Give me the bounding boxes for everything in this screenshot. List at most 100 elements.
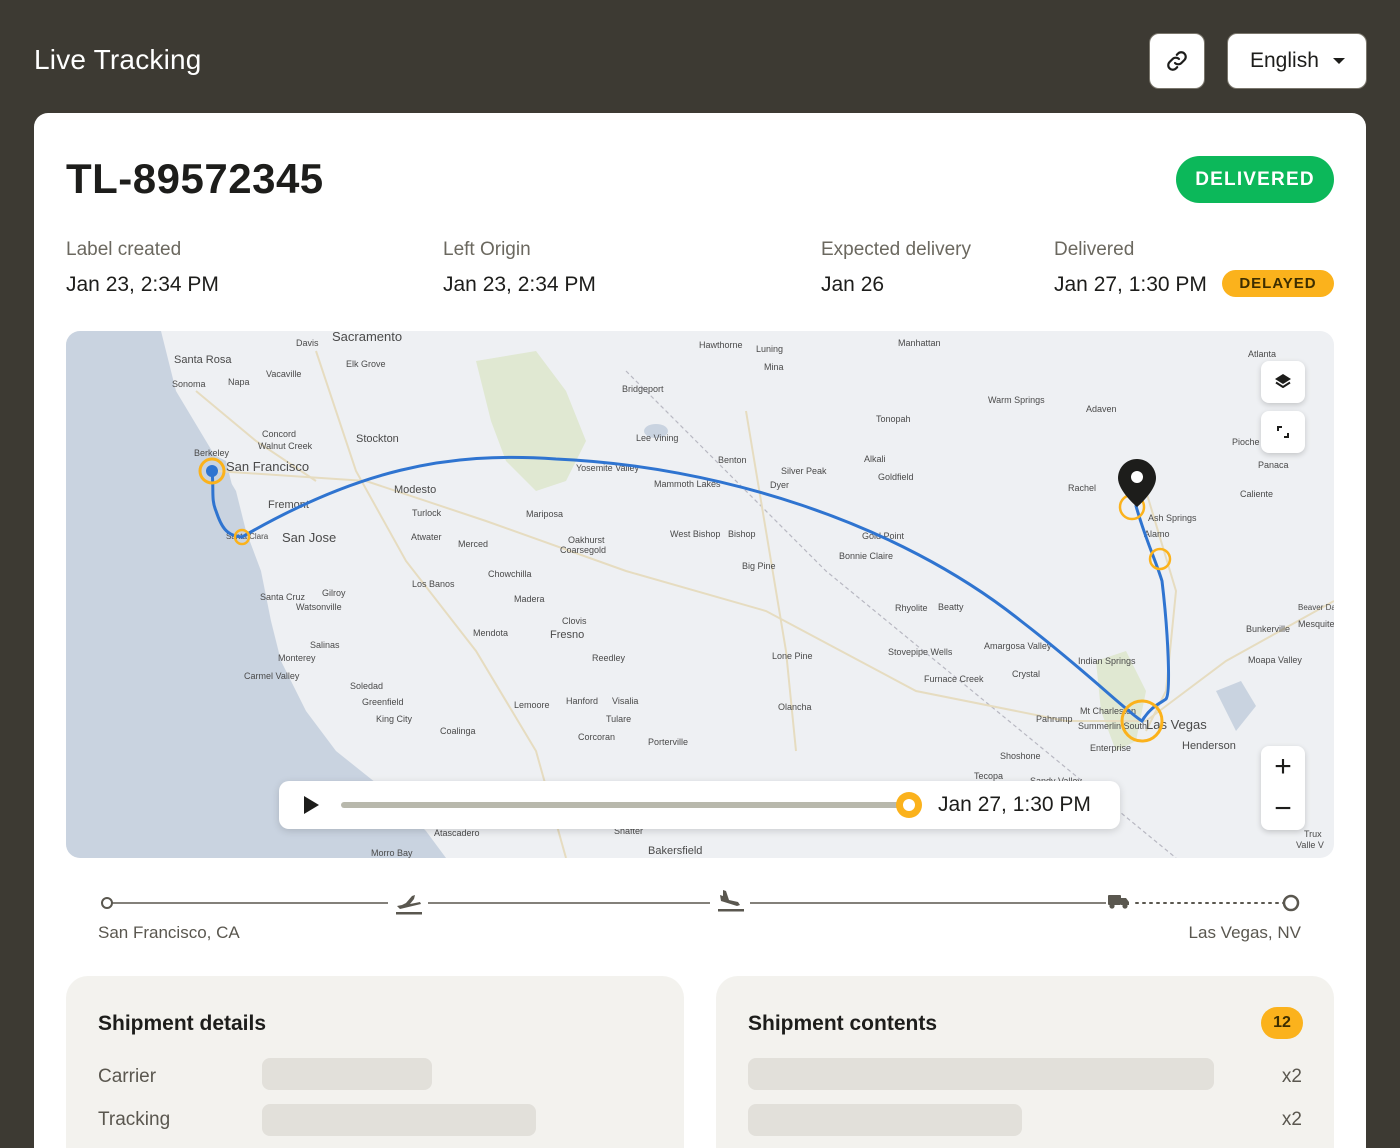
city-label: Elk Grove	[346, 359, 386, 369]
city-label: Clovis	[562, 616, 587, 626]
city-label: Beatty	[938, 602, 964, 612]
city-label: Bridgeport	[622, 384, 664, 394]
city-label: Coalinga	[440, 726, 476, 736]
city-label: Pioche	[1232, 437, 1260, 447]
tracking-card: TL-89572345 DELIVERED Label created Jan …	[34, 113, 1366, 1148]
map-fullscreen-button[interactable]	[1261, 411, 1305, 453]
skeleton-placeholder	[262, 1058, 432, 1090]
city-label: Hawthorne	[699, 340, 743, 350]
detail-label: Carrier	[98, 1066, 157, 1087]
city-label: Soledad	[350, 681, 383, 691]
city-label: Morro Bay	[371, 848, 413, 858]
city-label: Shoshone	[1000, 751, 1041, 761]
milestone-label: Label created	[66, 239, 182, 260]
city-label: Indian Springs	[1078, 656, 1136, 666]
skeleton-placeholder	[748, 1104, 1022, 1136]
city-label: Fresno	[550, 629, 584, 641]
city-label: Atascadero	[434, 828, 480, 838]
city-label: Enterprise	[1090, 743, 1131, 753]
city-label: Lemoore	[514, 700, 550, 710]
layers-icon	[1275, 374, 1291, 388]
map-layers-button[interactable]	[1261, 361, 1305, 403]
ocean	[66, 331, 446, 858]
city-label: Amargosa Valley	[984, 641, 1052, 651]
language-dropdown[interactable]: English	[1227, 33, 1367, 89]
city-label: Henderson	[1182, 740, 1236, 752]
shipment-contents-panel: Shipment contents 12 x2 x2	[716, 976, 1334, 1148]
skeleton-placeholder	[262, 1104, 536, 1136]
city-label: Walnut Creek	[258, 441, 313, 451]
lake-mead	[1216, 681, 1256, 731]
city-label: Silver Peak	[781, 466, 827, 476]
city-label: Manhattan	[898, 338, 941, 348]
city-label: San Francisco	[226, 459, 309, 474]
playback-handle[interactable]	[896, 792, 922, 818]
playback-track[interactable]	[341, 802, 901, 808]
city-label: Warm Springs	[988, 395, 1045, 405]
shipment-details-panel: Shipment details Carrier Tracking	[66, 976, 684, 1148]
city-label: Las Vegas	[1146, 717, 1207, 732]
city-label: King City	[376, 714, 413, 724]
city-label: Merced	[458, 539, 488, 549]
city-label: Vacaville	[266, 369, 301, 379]
city-label: Alkali	[864, 454, 886, 464]
panel-title: Shipment contents	[748, 1012, 938, 1035]
detail-label: Tracking	[98, 1109, 171, 1130]
city-label: Goldfield	[878, 472, 914, 482]
fullscreen-icon	[1277, 426, 1289, 438]
city-label: Reedley	[592, 653, 626, 663]
playback-bar: Jan 27, 1:30 PM	[279, 781, 1120, 829]
milestone-value: Jan 23, 2:34 PM	[66, 273, 219, 296]
city-label: Coarsegold	[560, 545, 606, 555]
city-label: Big Pine	[742, 561, 776, 571]
city-label: Stockton	[356, 433, 399, 445]
city-label: Mesquite	[1298, 619, 1334, 629]
destination-node	[1282, 894, 1300, 912]
park-yosemite	[476, 351, 586, 491]
city-label: Benton	[718, 455, 747, 465]
city-label: Mariposa	[526, 509, 563, 519]
city-label: Mendota	[473, 628, 508, 638]
route-map[interactable]: Sacramento Santa Rosa Davis Elk Grove Va…	[66, 331, 1334, 858]
zoom-controls: + −	[1261, 746, 1305, 830]
zoom-out-button[interactable]: −	[1261, 788, 1305, 830]
city-label: West Bishop	[670, 529, 720, 539]
app-title: Live Tracking	[34, 44, 202, 75]
city-label: Furnace Creek	[924, 674, 984, 684]
city-label: Olancha	[778, 702, 812, 712]
city-label: Atwater	[411, 532, 442, 542]
origin-node	[101, 897, 113, 909]
city-label: Chowchilla	[488, 569, 532, 579]
item-count-badge: 12	[1261, 1007, 1303, 1039]
play-icon[interactable]	[301, 795, 321, 815]
city-label: Stovepipe Wells	[888, 647, 953, 657]
city-label: Rachel	[1068, 483, 1096, 493]
milestone-value: Jan 23, 2:34 PM	[443, 273, 596, 296]
origin-dot	[206, 465, 218, 477]
zoom-in-button[interactable]: +	[1261, 746, 1305, 788]
copy-link-button[interactable]	[1149, 33, 1205, 89]
city-label: Visalia	[612, 696, 638, 706]
playback-time: Jan 27, 1:30 PM	[938, 793, 1091, 816]
milestone-value: Jan 27, 1:30 PM	[1054, 273, 1207, 296]
city-label: Hanford	[566, 696, 598, 706]
city-label: Summerlin South	[1078, 721, 1147, 731]
skeleton-placeholder	[748, 1058, 1214, 1090]
status-badge: DELIVERED	[1176, 156, 1334, 203]
truck-icon	[1108, 895, 1129, 909]
city-label: Porterville	[648, 737, 688, 747]
city-label: Davis	[296, 338, 319, 348]
milestone-label: Left Origin	[443, 239, 531, 260]
city-label: Oakhurst	[568, 535, 605, 545]
city-label: Tonopah	[876, 414, 911, 424]
city-label: Beaver Dam	[1298, 603, 1334, 612]
city-label: Concord	[262, 429, 296, 439]
city-label: Monterey	[278, 653, 316, 663]
milestone-label: Expected delivery	[821, 239, 971, 260]
city-label: Caliente	[1240, 489, 1273, 499]
city-label: Dyer	[770, 480, 789, 490]
city-label: Valle V	[1296, 840, 1324, 850]
city-label: Gilroy	[322, 588, 346, 598]
city-label: Watsonville	[296, 602, 342, 612]
city-label: Tulare	[606, 714, 631, 724]
